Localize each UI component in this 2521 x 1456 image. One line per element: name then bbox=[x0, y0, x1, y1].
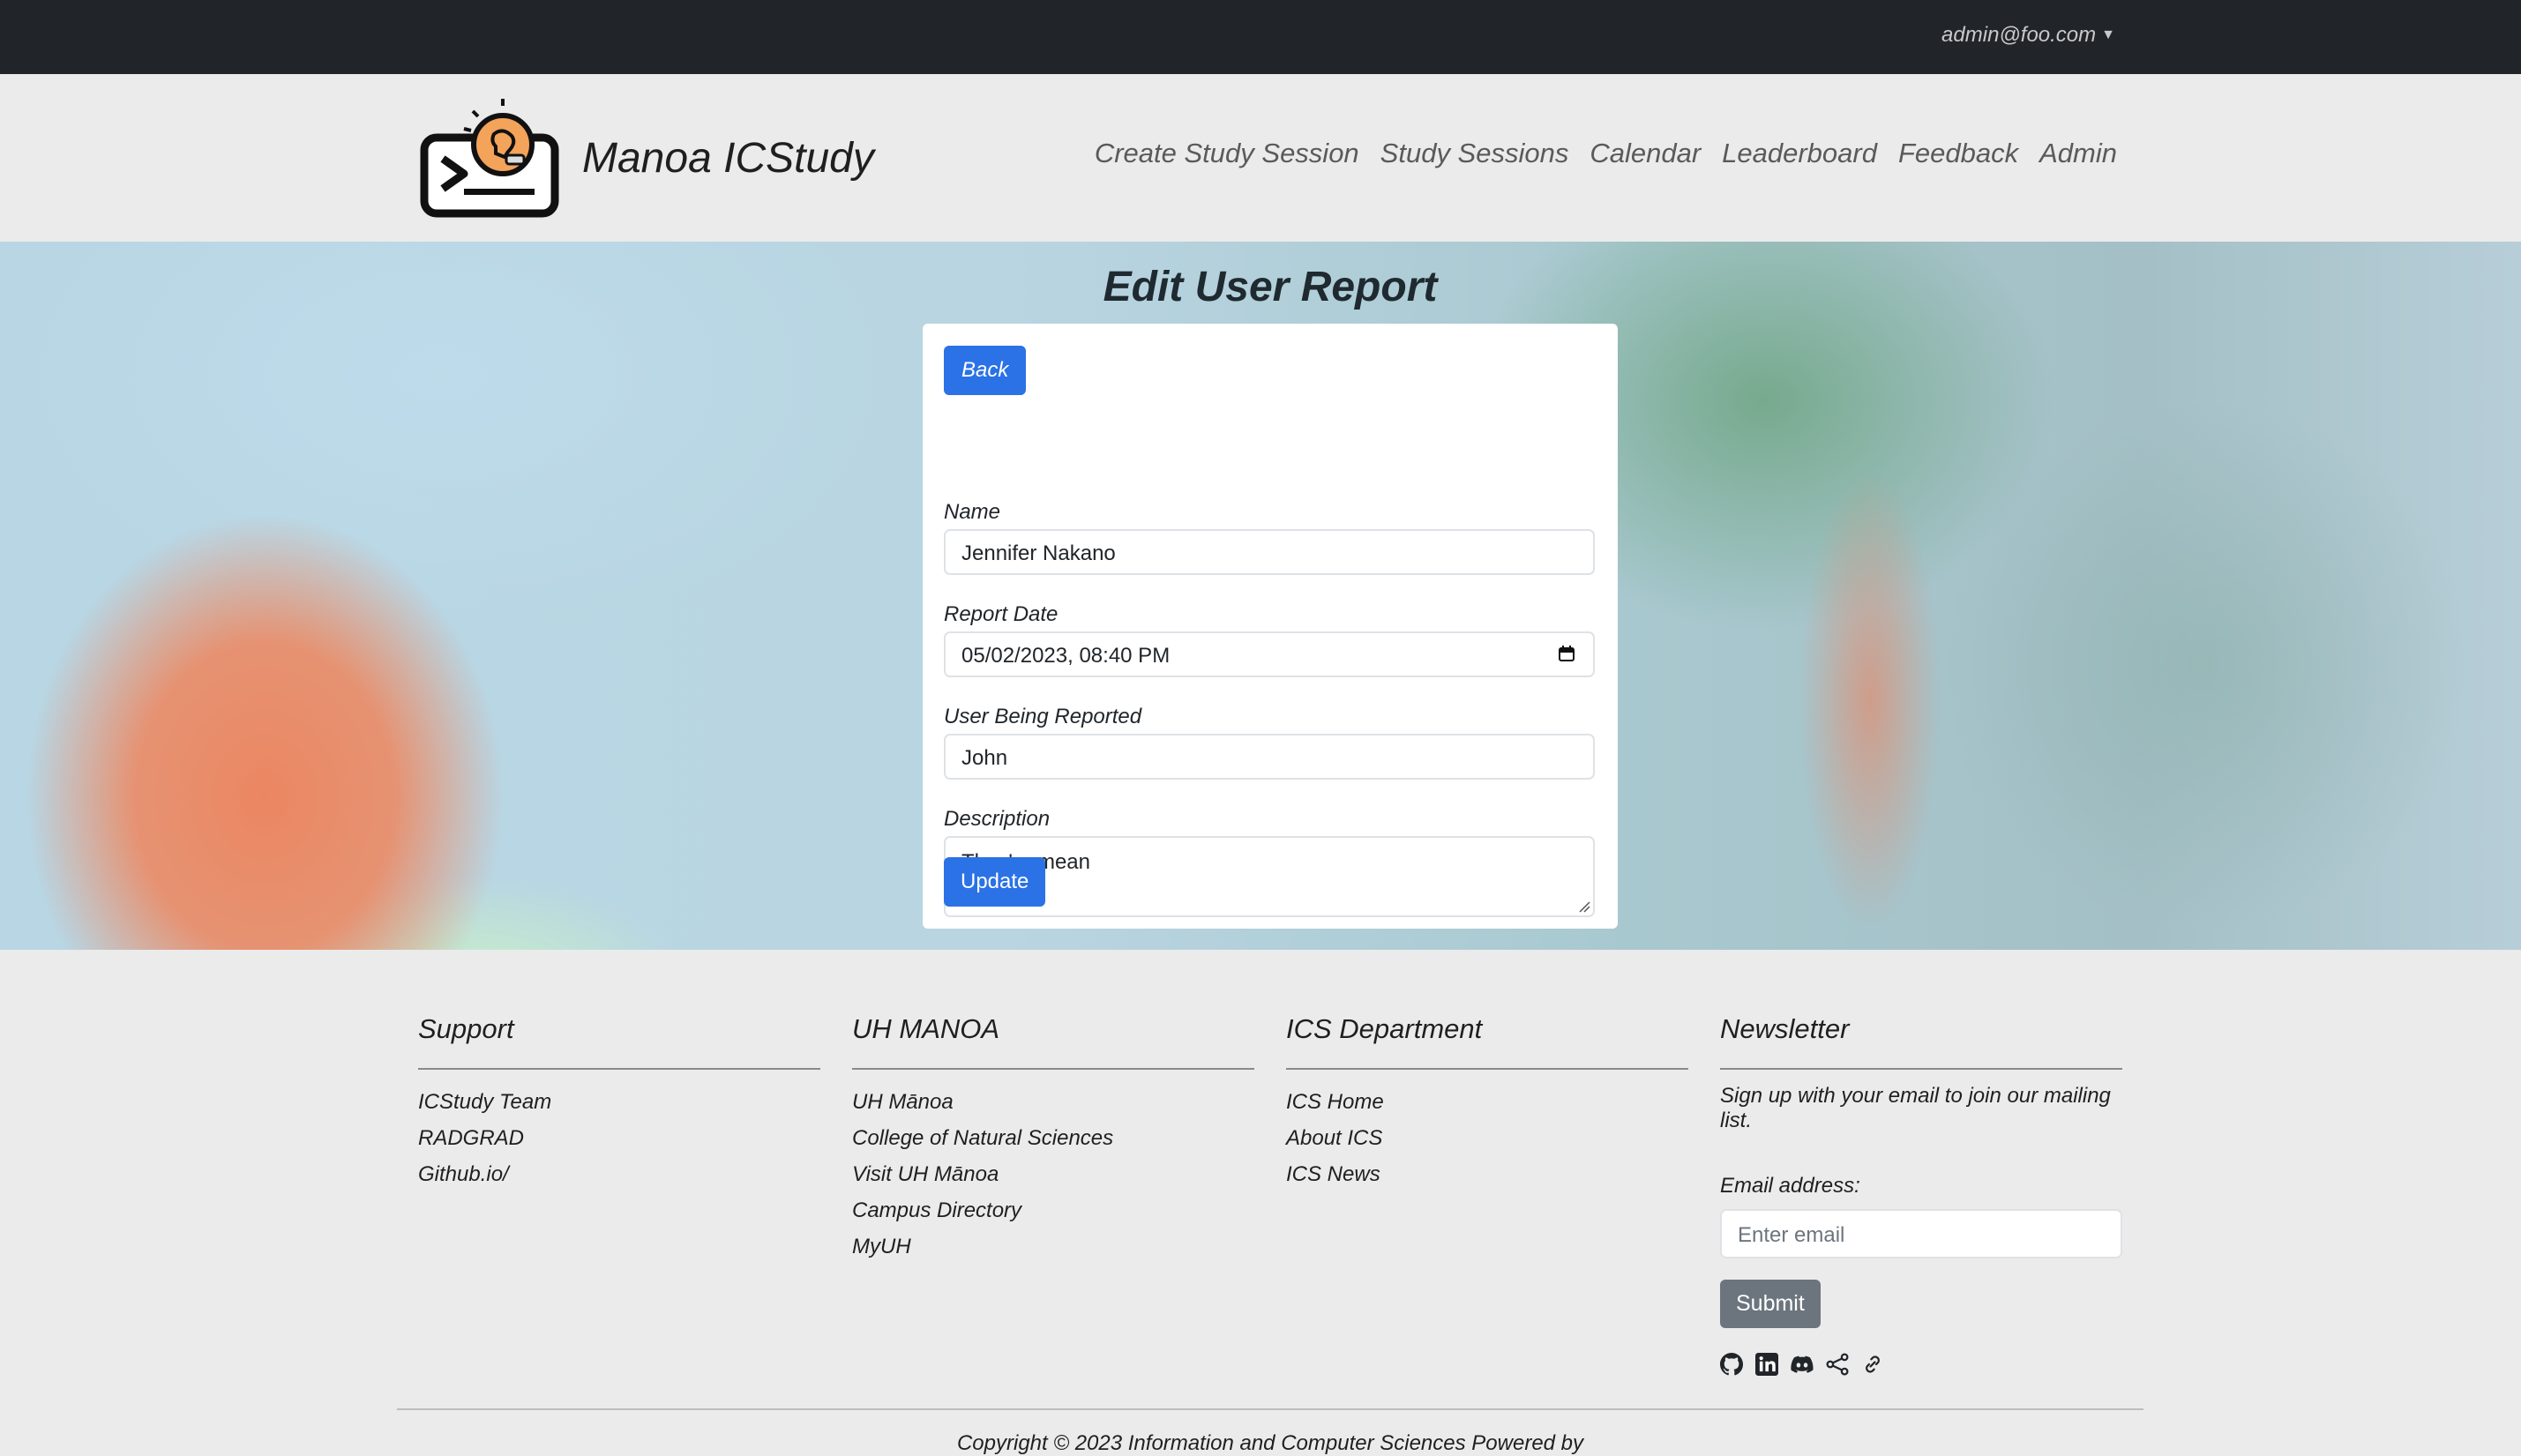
link-ics-news[interactable]: ICS News bbox=[1286, 1156, 1688, 1192]
share-icon[interactable] bbox=[1826, 1353, 1849, 1376]
reported-user-field[interactable]: John bbox=[944, 734, 1595, 780]
report-date-field[interactable]: 05/02/2023, 08:40 PM bbox=[944, 631, 1595, 677]
update-button[interactable]: Update bbox=[944, 857, 1046, 907]
submit-button[interactable]: Submit bbox=[1720, 1280, 1821, 1328]
footer: Support ICStudy Team RADGRAD Github.io/ … bbox=[0, 950, 2521, 1455]
hero-background: Edit User Report Back Name Jennifer Naka… bbox=[0, 242, 2521, 950]
newsletter-heading: Newsletter bbox=[1720, 1013, 2122, 1070]
main-nav: Create Study Session Study Sessions Cale… bbox=[1095, 138, 2117, 169]
link-about-ics[interactable]: About ICS bbox=[1286, 1120, 1688, 1156]
report-date-value: 05/02/2023, 08:40 PM bbox=[961, 644, 1171, 668]
link-radgrad[interactable]: RADGRAD bbox=[418, 1120, 820, 1156]
nav-feedback[interactable]: Feedback bbox=[1898, 138, 2018, 169]
copyright-text: Copyright © 2023 Information and Compute… bbox=[956, 1431, 1584, 1455]
nav-leaderboard[interactable]: Leaderboard bbox=[1722, 138, 1877, 169]
back-button[interactable]: Back bbox=[944, 346, 1027, 395]
user-email: admin@foo.com bbox=[1941, 23, 2097, 47]
support-heading: Support bbox=[418, 1013, 820, 1070]
name-field[interactable]: Jennifer Nakano bbox=[944, 529, 1595, 575]
resize-handle-icon[interactable] bbox=[1578, 900, 1590, 913]
page-title: Edit User Report bbox=[1103, 264, 1438, 310]
calendar-icon[interactable] bbox=[1558, 645, 1575, 662]
logo-icon[interactable] bbox=[420, 99, 561, 219]
email-label: Email address: bbox=[1720, 1174, 1860, 1198]
name-label: Name bbox=[944, 500, 1001, 524]
footer-uh-manoa: UH MANOA UH Mānoa College of Natural Sci… bbox=[852, 1013, 1254, 1265]
link-uh-manoa[interactable]: UH Mānoa bbox=[852, 1084, 1254, 1120]
link-icstudy-team[interactable]: ICStudy Team bbox=[418, 1084, 820, 1120]
brand-name[interactable]: Manoa ICStudy bbox=[582, 134, 874, 183]
edit-report-card: Back Name Jennifer Nakano Report Date 05… bbox=[923, 324, 1618, 929]
footer-support: Support ICStudy Team RADGRAD Github.io/ bbox=[418, 1013, 820, 1192]
nav-create-study-session[interactable]: Create Study Session bbox=[1095, 138, 1359, 169]
nav-admin[interactable]: Admin bbox=[2039, 138, 2117, 169]
linkedin-icon[interactable] bbox=[1755, 1353, 1778, 1376]
link-github-io[interactable]: Github.io/ bbox=[418, 1156, 820, 1192]
link-visit-uh-manoa[interactable]: Visit UH Mānoa bbox=[852, 1156, 1254, 1192]
link-myuh[interactable]: MyUH bbox=[852, 1228, 1254, 1265]
description-label: Description bbox=[944, 807, 1051, 831]
footer-divider bbox=[397, 1408, 2143, 1410]
top-bar: admin@foo.com ▼ bbox=[0, 0, 2521, 74]
navbar: Manoa ICStudy Create Study Session Study… bbox=[0, 74, 2521, 242]
email-input[interactable]: Enter email bbox=[1720, 1209, 2122, 1258]
nav-study-sessions[interactable]: Study Sessions bbox=[1380, 138, 1569, 169]
user-menu[interactable]: admin@foo.com ▼ bbox=[1941, 23, 2115, 48]
footer-ics: ICS Department ICS Home About ICS ICS Ne… bbox=[1286, 1013, 1688, 1192]
social-icons bbox=[1720, 1353, 2122, 1376]
ics-heading: ICS Department bbox=[1286, 1013, 1688, 1070]
discord-icon[interactable] bbox=[1791, 1353, 1814, 1376]
nav-calendar[interactable]: Calendar bbox=[1590, 138, 1701, 169]
footer-newsletter: Newsletter Sign up with your email to jo… bbox=[1720, 1013, 2122, 1376]
newsletter-text: Sign up with your email to join our mail… bbox=[1720, 1084, 2111, 1132]
uh-heading: UH MANOA bbox=[852, 1013, 1254, 1070]
link-ics-home[interactable]: ICS Home bbox=[1286, 1084, 1688, 1120]
caret-down-icon: ▼ bbox=[2101, 27, 2115, 42]
link-campus-directory[interactable]: Campus Directory bbox=[852, 1192, 1254, 1228]
github-icon[interactable] bbox=[1720, 1353, 1743, 1376]
report-date-label: Report Date bbox=[944, 602, 1059, 626]
link-college-natural-sciences[interactable]: College of Natural Sciences bbox=[852, 1120, 1254, 1156]
link-icon[interactable] bbox=[1861, 1353, 1884, 1376]
reported-user-label: User Being Reported bbox=[944, 705, 1142, 728]
